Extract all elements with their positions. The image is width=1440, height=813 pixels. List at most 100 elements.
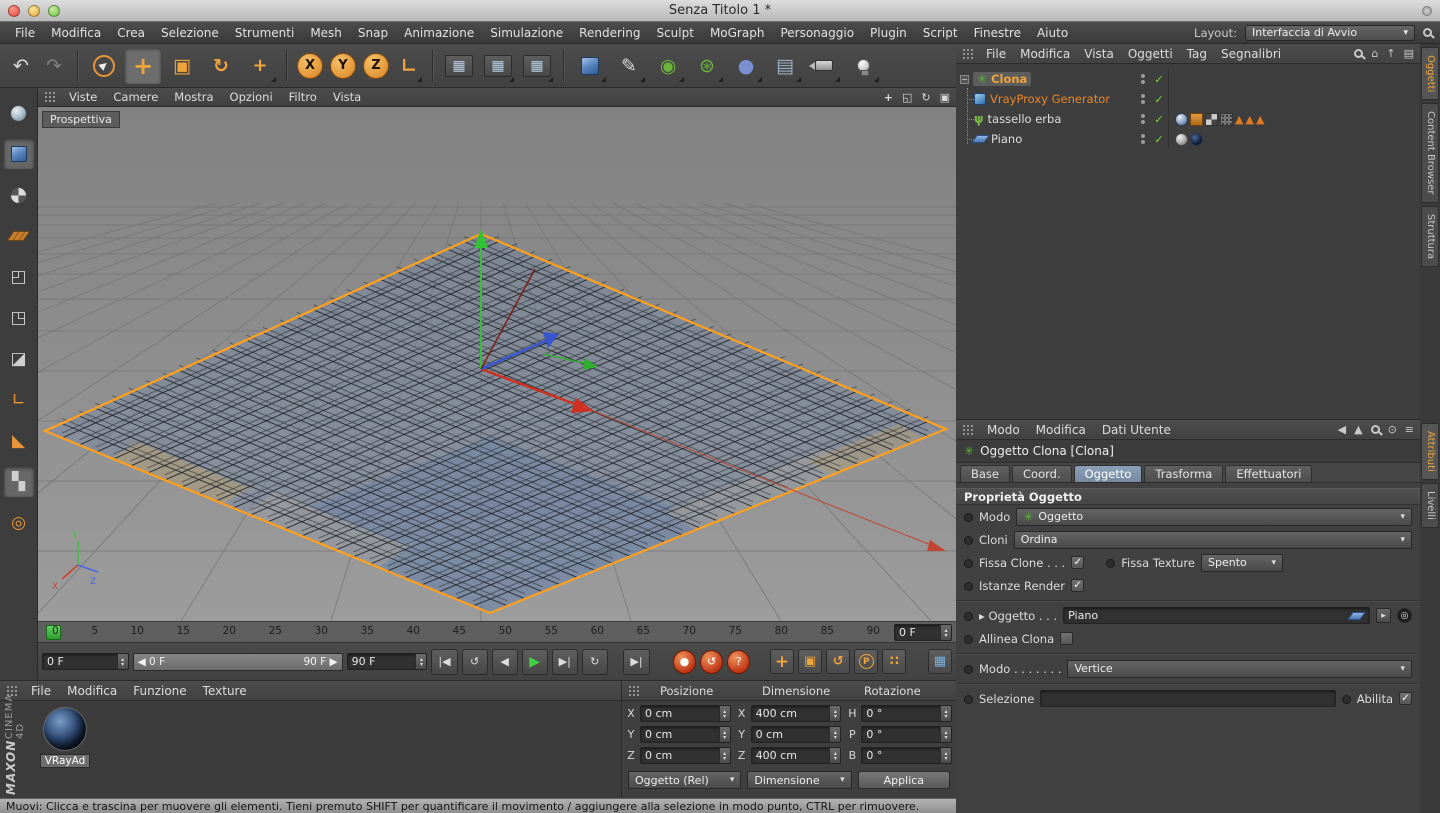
move-tool-button[interactable]: + (125, 48, 161, 84)
next-frame-button[interactable]: ▶| (552, 649, 578, 675)
range-start-handle[interactable]: ◀ 0 F (138, 656, 165, 668)
frame-stepper[interactable] (940, 625, 951, 640)
am-menu-dati-utente[interactable]: Dati Utente (1095, 422, 1178, 438)
tab-oggetto[interactable]: Oggetto (1074, 465, 1143, 482)
undo-button[interactable]: ↶ (6, 48, 36, 84)
lock-y-axis-button[interactable]: Y (328, 48, 358, 84)
material-item[interactable]: VRayAd (40, 707, 90, 768)
am-menu-modo[interactable]: Modo (980, 422, 1027, 438)
apply-button[interactable]: Applica (858, 771, 950, 789)
preview-range-slider[interactable]: ◀ 0 F 90 F ▶ (133, 653, 343, 671)
key-scale-toggle[interactable]: ▣ (798, 649, 822, 674)
fix-clone-checkbox[interactable] (1071, 556, 1084, 569)
am-menu-modifica[interactable]: Modifica (1029, 422, 1093, 438)
pos-z-field[interactable]: 0 cm (640, 747, 731, 764)
vray-material-tag-icon[interactable] (1190, 133, 1203, 146)
fullscreen-icon[interactable] (1422, 6, 1432, 16)
size-z-field[interactable]: 400 cm (751, 747, 842, 764)
menu-finestre[interactable]: Finestre (967, 24, 1028, 42)
object-name[interactable]: Clona (991, 72, 1027, 86)
side-tab-content-browser[interactable]: Content Browser (1421, 103, 1439, 202)
frame-number-stepper[interactable] (117, 654, 128, 669)
menu-rendering[interactable]: Rendering (572, 24, 647, 42)
view-rotate-icon[interactable]: ↻ (921, 91, 930, 104)
align-clone-checkbox[interactable] (1060, 632, 1073, 645)
side-tab-attributi[interactable]: Attributi (1421, 423, 1439, 480)
menu-strumenti[interactable]: Strumenti (228, 24, 302, 42)
enable-checkbox[interactable] (1399, 692, 1412, 705)
enabled-check-icon[interactable]: ✓ (1150, 133, 1168, 146)
mode-dropdown[interactable]: ✳Oggetto (1016, 508, 1412, 526)
rot-b-stepper[interactable] (940, 748, 951, 763)
material-menu-file[interactable]: File (24, 683, 58, 699)
menu-aiuto[interactable]: Aiuto (1030, 24, 1075, 42)
panel-grip-icon[interactable] (962, 424, 974, 436)
loop-button[interactable]: ↻ (582, 649, 608, 675)
pos-x-field[interactable]: 0 cm (640, 705, 731, 722)
om-menu-segnalibri[interactable]: Segnalibri (1215, 46, 1287, 62)
make-editable-button[interactable] (4, 98, 34, 128)
object-row-clona[interactable]: − ✳ Clona ✓ (956, 69, 1420, 89)
range-end-handle[interactable]: 90 F ▶ (303, 656, 337, 668)
texture-tag-icon[interactable] (1175, 133, 1188, 146)
menu-mograph[interactable]: MoGraph (703, 24, 772, 42)
size-mode-dropdown[interactable]: Dimensione (747, 771, 851, 789)
menu-plugin[interactable]: Plugin (863, 24, 914, 42)
add-subdivision-surface-button[interactable]: ◉ (650, 48, 686, 84)
add-camera-button[interactable] (806, 48, 842, 84)
size-z-stepper[interactable] (829, 748, 840, 763)
object-pick-arrow-button[interactable]: ▸ (1376, 608, 1391, 623)
object-axis-mode-button[interactable]: ∟ (4, 385, 34, 415)
view-layout-toggle-icon[interactable]: ▣ (940, 91, 950, 104)
panel-grip-icon[interactable] (962, 48, 974, 60)
tab-trasforma[interactable]: Trasforma (1144, 465, 1223, 482)
material-name[interactable]: VRayAd (40, 754, 90, 768)
object-name[interactable]: VrayProxy Generator (990, 92, 1110, 106)
size-y-stepper[interactable] (829, 727, 840, 742)
menu-personaggio[interactable]: Personaggio (773, 24, 861, 42)
rot-h-field[interactable]: 0 ° (861, 705, 952, 722)
rot-p-field[interactable]: 0 ° (861, 726, 952, 743)
texture-mode-button[interactable] (4, 180, 34, 210)
add-simulation-object-button[interactable]: ● (728, 48, 764, 84)
rot-b-field[interactable]: 0 ° (861, 747, 952, 764)
range-end-stepper[interactable] (415, 654, 426, 669)
object-row-piano[interactable]: Piano ✓ (956, 129, 1420, 149)
enabled-check-icon[interactable]: ✓ (1150, 113, 1168, 126)
viewport-canvas[interactable]: YZX Prospettiva (38, 107, 956, 621)
visibility-dots[interactable] (1136, 74, 1150, 84)
lock-z-axis-button[interactable]: Z (361, 48, 391, 84)
menu-simulazione[interactable]: Simulazione (483, 24, 570, 42)
menu-crea[interactable]: Crea (110, 24, 152, 42)
display-tag-icon[interactable] (1190, 113, 1203, 126)
lock-x-axis-button[interactable]: X (295, 48, 325, 84)
rot-p-stepper[interactable] (940, 727, 951, 742)
key-rotation-toggle[interactable]: ↺ (826, 649, 850, 674)
visibility-dots[interactable] (1136, 134, 1150, 144)
model-mode-button[interactable] (4, 139, 34, 169)
render-view-button[interactable]: ▦ (441, 48, 477, 84)
add-cube-button[interactable] (572, 48, 608, 84)
add-light-button[interactable] (845, 48, 881, 84)
phong-tag-icon[interactable]: ▲ (1256, 114, 1264, 125)
last-used-tool-button[interactable]: + (242, 48, 278, 84)
am-search-icon[interactable] (1371, 425, 1380, 434)
material-preview-sphere[interactable] (43, 707, 87, 751)
viewport-menu-camere[interactable]: Camere (106, 89, 165, 105)
menu-file[interactable]: File (8, 24, 42, 42)
om-menu-tag[interactable]: Tag (1181, 46, 1213, 62)
add-spline-button[interactable]: ✎ (611, 48, 647, 84)
om-layers-icon[interactable]: ▤ (1404, 47, 1414, 60)
pos-y-stepper[interactable] (719, 727, 730, 742)
add-environment-button[interactable]: ▤ (767, 48, 803, 84)
size-y-field[interactable]: 0 cm (751, 726, 842, 743)
om-up-icon[interactable]: ↑ (1386, 47, 1395, 60)
visibility-dots[interactable] (1136, 114, 1150, 124)
viewport-menu-mostra[interactable]: Mostra (167, 89, 220, 105)
tab-coord[interactable]: Coord. (1012, 465, 1072, 482)
selection-field[interactable] (1040, 690, 1335, 707)
key-position-toggle[interactable]: + (770, 649, 794, 674)
pos-z-stepper[interactable] (719, 748, 730, 763)
keying-settings-button[interactable]: ▦ (928, 649, 952, 674)
add-mograph-object-button[interactable]: ⊛ (689, 48, 725, 84)
